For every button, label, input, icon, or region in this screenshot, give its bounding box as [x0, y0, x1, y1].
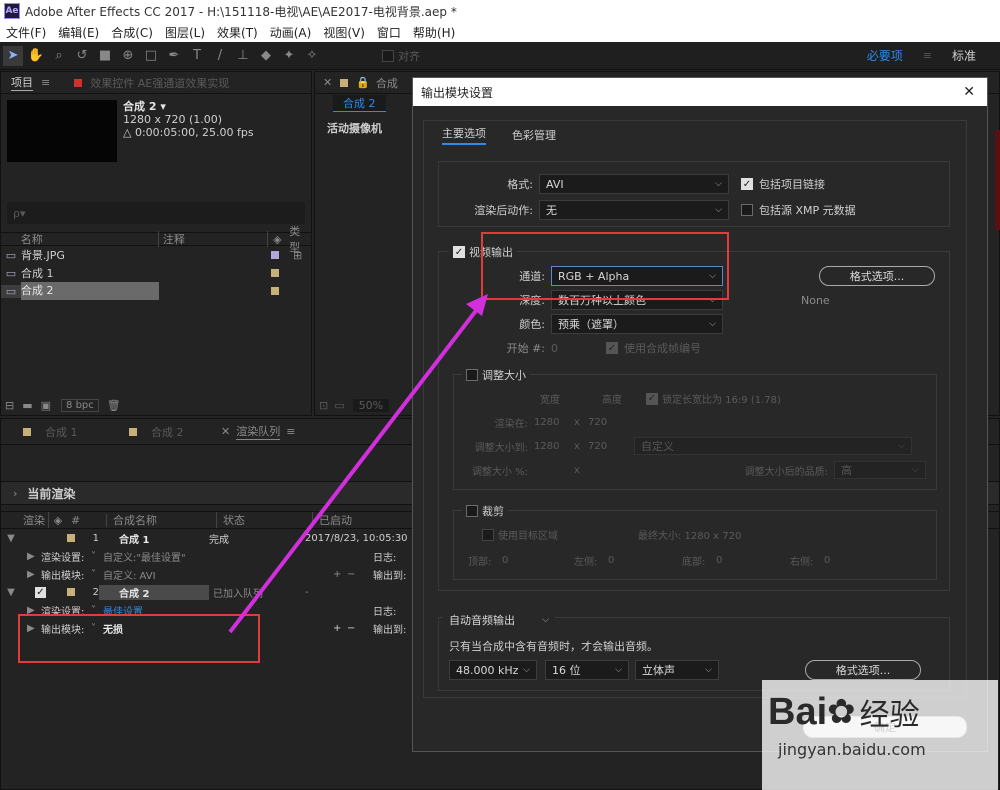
watermark-brand: Bai [768, 690, 828, 733]
arrow-head [466, 294, 488, 316]
paw-icon: ✿ [827, 692, 856, 732]
arrow-shaft [228, 306, 480, 634]
watermark-brand2: 经验 [859, 698, 920, 733]
app-window: Ae Adobe After Effects CC 2017 - H:\1511… [0, 0, 1000, 790]
watermark-url: jingyan.baidu.com [778, 740, 926, 759]
pointer-arrow [228, 294, 488, 634]
baidu-watermark: Bai ✿ 经验 jingyan.baidu.com [762, 680, 998, 790]
